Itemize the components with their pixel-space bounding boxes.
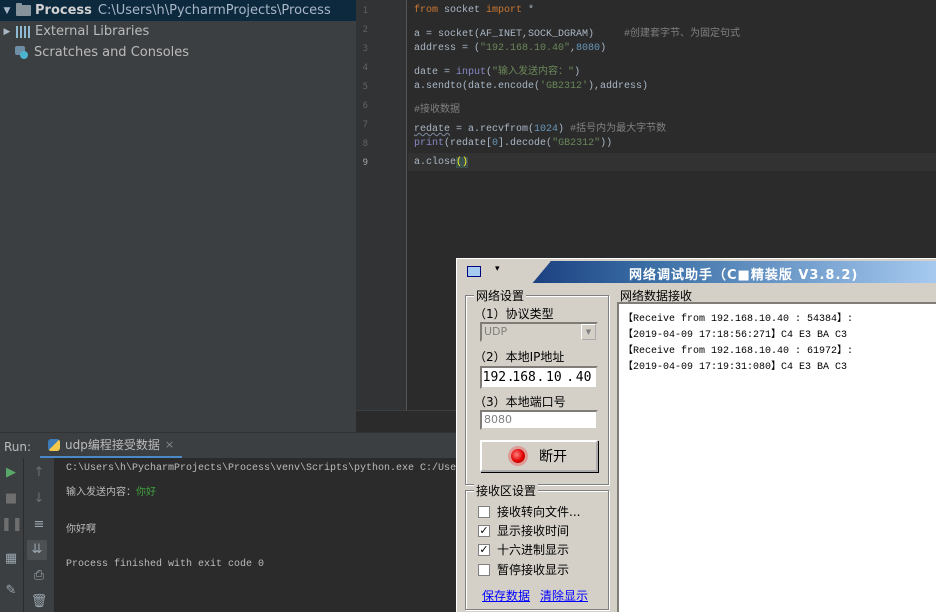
show-recv-time-option[interactable]: ✓ 显示接收时间 <box>478 522 569 539</box>
tree-item-label: Process <box>35 3 92 18</box>
network-settings-group: 网络设置 （1）协议类型 UDP ▼ （2）本地IP地址 192. 168. 1… <box>465 287 609 485</box>
expand-right-icon[interactable]: ▶ <box>0 27 14 37</box>
receive-settings-group: 接收区设置 接收转向文件... ✓ 显示接收时间 ✓ 十六进制显示 暂停接收显示 保… <box>465 482 609 610</box>
scroll-to-end-icon[interactable]: ⇊ <box>27 540 47 560</box>
ip-label: （2）本地IP地址 <box>474 350 565 364</box>
window-titlebar[interactable]: ▾ 网络调试助手（C■精装版 V3.8.2) <box>459 261 936 283</box>
code-line-5[interactable]: a.sendto(date.encode('GB2312'),address) <box>414 81 648 92</box>
recv-line: 【Receive from 192.168.10.40 : 61972】: <box>623 346 854 357</box>
network-tool-window[interactable]: ▾ 网络调试助手（C■精装版 V3.8.2) 网络设置 （1）协议类型 UDP … <box>456 258 936 612</box>
code-line-2[interactable]: a = socket(AF_INET,SOCK_DGRAM) #创建套字节、为固… <box>414 24 740 40</box>
project-tree-panel: ▼ Process C:\Users\h\PycharmProjects\Pro… <box>0 0 356 432</box>
network-icon <box>467 266 481 277</box>
recv-line: 【2019-04-09 17:19:31:080】C4 E3 BA C3 <box>623 362 848 373</box>
tree-item-label: Scratches and Consoles <box>34 45 190 60</box>
recv-line: 【Receive from 192.168.10.40 : 54384】: <box>623 314 854 325</box>
expand-down-icon[interactable]: ▼ <box>0 6 14 16</box>
code-line-3[interactable]: address = ("192.168.10.40",8080) <box>414 43 606 54</box>
stop-icon[interactable]: ■ <box>1 489 21 509</box>
hex-display-option[interactable]: ✓ 十六进制显示 <box>478 541 569 558</box>
down-arrow-icon[interactable]: ↓ <box>29 489 49 509</box>
checkbox[interactable] <box>478 563 490 576</box>
ip-address-field[interactable]: 192. 168. 10. 40 <box>480 366 598 389</box>
scratches-icon <box>15 46 30 59</box>
receive-data-area[interactable]: 【Receive from 192.168.10.40 : 54384】: 【2… <box>617 302 936 612</box>
run-tab-label: udp编程接受数据 <box>65 438 160 452</box>
tree-item-external-libraries[interactable]: ▶ External Libraries <box>0 21 356 42</box>
tree-item-path: C:\Users\h\PycharmProjects\Process <box>97 3 331 18</box>
tree-item-label: External Libraries <box>35 24 150 39</box>
line-number: 4 <box>362 63 368 73</box>
code-line-6[interactable]: #接收数据 <box>414 100 460 116</box>
code-line-7[interactable]: redate = a.recvfrom(1024) #括号内为最大字节数 <box>414 119 666 135</box>
protocol-select[interactable]: UDP ▼ <box>480 322 598 342</box>
recv-to-file-option[interactable]: 接收转向文件... <box>478 503 580 520</box>
group-title: 网络设置 <box>474 287 527 304</box>
clear-display-link[interactable]: 清除显示 <box>540 587 588 604</box>
save-data-link[interactable]: 保存数据 <box>482 587 530 604</box>
pause-recv-option[interactable]: 暂停接收显示 <box>478 561 569 578</box>
line-number: 2 <box>362 25 368 35</box>
line-number: 1 <box>362 6 368 16</box>
run-toolbar-left: ▶ ■ ❚❚ ▦ ✎ <box>0 458 24 612</box>
console-prompt-line: 输入发送内容：你好 <box>66 488 156 499</box>
run-label: Run: <box>4 440 32 454</box>
run-panel-header: Run: udp编程接受数据 × <box>0 432 460 459</box>
up-arrow-icon[interactable]: ↑ <box>29 463 49 483</box>
line-number: 9 <box>362 158 368 168</box>
chevron-down-icon[interactable]: ▼ <box>581 324 596 340</box>
disconnect-button[interactable]: 断开 <box>480 440 598 472</box>
line-number: 3 <box>362 44 368 54</box>
checkbox-checked[interactable]: ✓ <box>478 524 490 537</box>
code-line-8[interactable]: print(redate[0].decode("GB2312")) <box>414 138 612 149</box>
console-exit-message: Process finished with exit code 0 <box>66 559 265 570</box>
checkbox[interactable] <box>478 505 490 518</box>
window-title: 网络调试助手（C■精装版 V3.8.2) <box>629 268 859 283</box>
current-line-highlight <box>408 153 936 171</box>
line-number: 6 <box>362 101 368 111</box>
python-icon <box>48 438 60 451</box>
run-tab[interactable]: udp编程接受数据 × <box>40 433 183 459</box>
library-icon <box>16 25 31 38</box>
dropdown-arrow-icon[interactable]: ▾ <box>495 264 500 274</box>
layout-icon[interactable]: ▦ <box>1 549 21 569</box>
line-number-gutter: 1 2 3 4 5 6 7 8 9 <box>356 0 407 410</box>
run-icon[interactable]: ▶ <box>1 463 21 483</box>
tree-item-process[interactable]: ▼ Process C:\Users\h\PycharmProjects\Pro… <box>0 0 356 21</box>
tree-item-scratches[interactable]: Scratches and Consoles <box>0 42 356 63</box>
console-output: 你好啊 <box>66 525 96 536</box>
port-field[interactable]: 8080 <box>480 410 598 430</box>
line-number: 5 <box>362 82 368 92</box>
code-line-1[interactable]: from socket import * <box>414 5 534 16</box>
protocol-label: （1）协议类型 <box>474 307 554 321</box>
line-number: 7 <box>362 120 368 130</box>
console-command: C:\Users\h\PycharmProjects\Process\venv\… <box>66 463 460 474</box>
close-icon[interactable]: × <box>165 438 174 451</box>
port-label: （3）本地端口号 <box>474 395 566 409</box>
pause-icon[interactable]: ❚❚ <box>1 515 23 535</box>
pin-icon[interactable]: ✎ <box>1 581 21 601</box>
status-led-icon <box>511 449 525 463</box>
system-menu[interactable]: ▾ <box>459 261 551 283</box>
run-toolbar-right: ↑ ↓ ≡ ⇊ ⎙ 🗑 <box>24 458 54 612</box>
recv-line: 【2019-04-09 17:18:56:271】C4 E3 BA C3 <box>623 330 848 341</box>
line-number: 8 <box>362 139 368 149</box>
code-line-9[interactable]: a.close() <box>414 157 469 168</box>
group-title: 接收区设置 <box>474 482 539 499</box>
soft-wrap-icon[interactable]: ≡ <box>29 515 49 535</box>
run-console[interactable]: C:\Users\h\PycharmProjects\Process\venv\… <box>54 458 460 612</box>
folder-icon <box>16 3 31 16</box>
console-user-input: 你好 <box>136 488 156 499</box>
print-icon[interactable]: ⎙ <box>29 566 49 586</box>
checkbox-checked[interactable]: ✓ <box>478 543 490 556</box>
code-line-4[interactable]: date = input("输入发送内容：") <box>414 62 580 78</box>
trash-icon[interactable]: 🗑 <box>29 592 49 612</box>
